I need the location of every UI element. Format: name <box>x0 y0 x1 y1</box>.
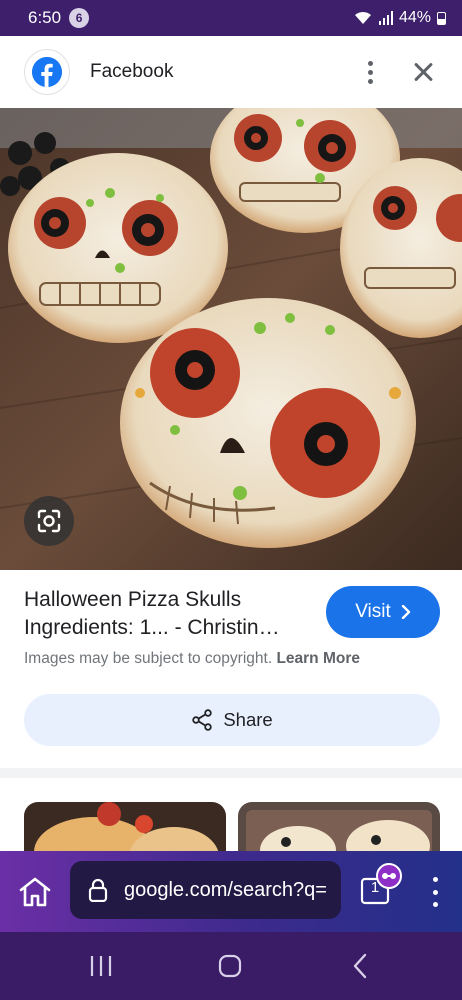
close-icon[interactable] <box>410 58 438 86</box>
facebook-f-icon <box>32 57 62 87</box>
signal-icon <box>378 11 393 25</box>
more-vert-icon[interactable] <box>428 877 442 907</box>
home-button-icon[interactable] <box>218 954 242 978</box>
recent-apps-icon[interactable] <box>89 954 113 978</box>
back-icon[interactable] <box>350 953 370 979</box>
copyright-text: Images may be subject to copyright. <box>24 650 273 667</box>
lock-icon <box>88 878 108 902</box>
source-title[interactable]: Facebook <box>90 61 173 83</box>
google-lens-icon <box>37 509 61 533</box>
copyright-notice: Images may be subject to copyright. Lear… <box>24 650 360 668</box>
battery-percent: 44% <box>398 9 431 26</box>
result-title[interactable]: Halloween Pizza Skulls Ingredients: 1...… <box>24 586 314 642</box>
pizza-skulls-photo <box>0 108 462 570</box>
notification-count-badge: 6 <box>69 8 90 28</box>
visit-button[interactable]: Visit <box>326 586 440 638</box>
battery-icon <box>437 11 446 25</box>
source-favicon <box>24 49 70 95</box>
status-bar: 6:50 6 44% <box>0 0 462 36</box>
lens-search-button[interactable] <box>24 496 74 546</box>
result-title-line1: Halloween Pizza Skulls <box>24 588 242 611</box>
browser-toolbar: google.com/search?q= 1 <box>0 851 462 932</box>
share-button[interactable]: Share <box>24 694 440 746</box>
incognito-icon <box>376 863 402 889</box>
share-icon <box>192 709 213 731</box>
wifi-icon <box>354 11 371 24</box>
result-image[interactable] <box>0 108 462 570</box>
share-label: Share <box>223 709 273 730</box>
visit-label: Visit <box>355 601 391 622</box>
status-icons: 44% <box>353 9 446 27</box>
address-bar[interactable]: google.com/search?q= <box>70 861 341 919</box>
home-icon[interactable] <box>16 873 54 911</box>
status-time: 6:50 <box>28 8 62 27</box>
more-vert-icon[interactable] <box>358 58 382 86</box>
chevron-right-icon <box>401 605 410 619</box>
url-text: google.com/search?q= <box>124 878 327 901</box>
section-divider <box>0 768 462 778</box>
result-title-line2: Ingredients: 1... - Christin… <box>24 616 280 639</box>
source-header: Facebook <box>0 36 462 108</box>
learn-more-link[interactable]: Learn More <box>276 650 360 667</box>
facebook-logo <box>32 57 62 87</box>
system-nav-bar <box>0 932 462 1000</box>
